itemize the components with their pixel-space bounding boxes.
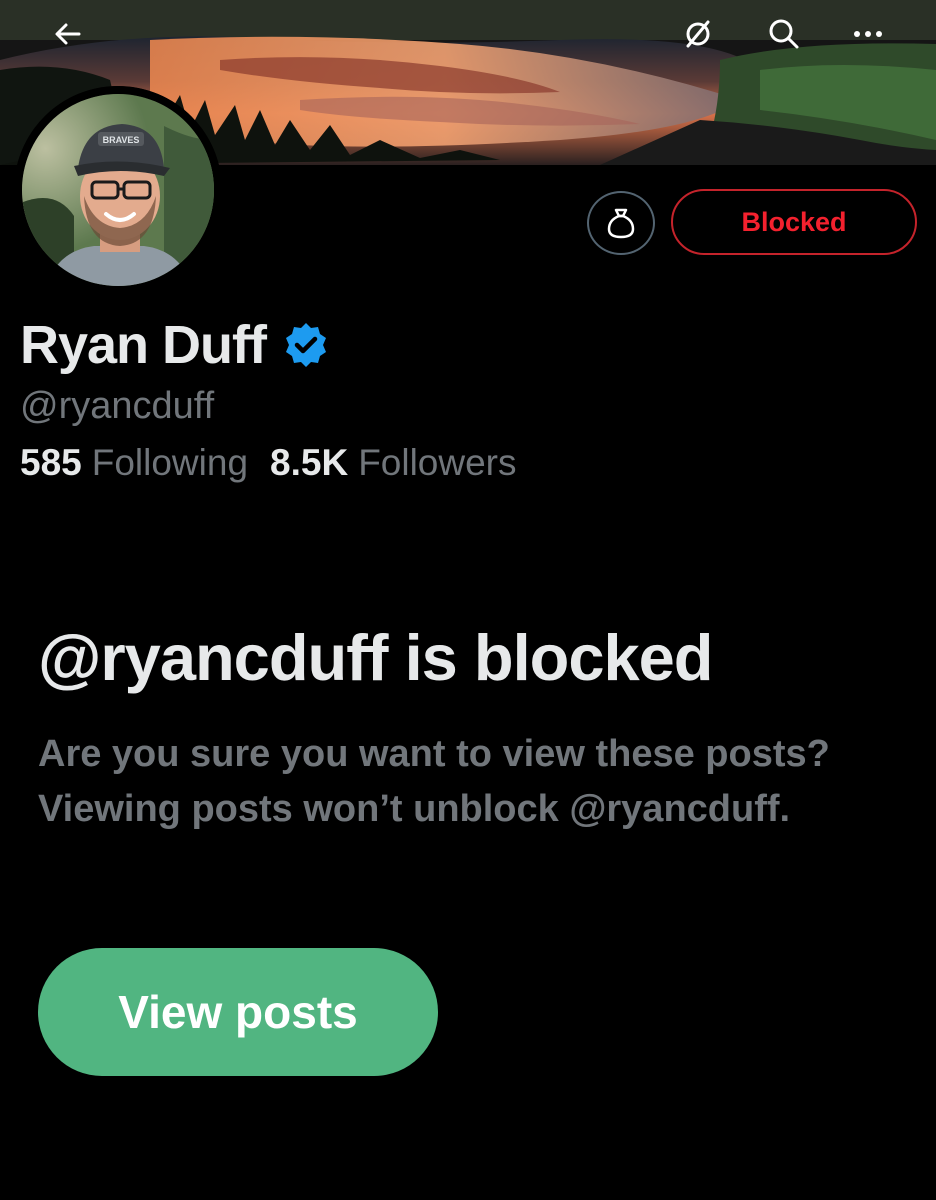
profile-stats: 585 Following 8.5K Followers [20, 442, 539, 484]
blocked-notice-title: @ryancduff is blocked [38, 621, 713, 694]
profile-name-row: Ryan Duff [20, 314, 330, 376]
search-button[interactable] [762, 12, 806, 56]
search-icon [769, 19, 799, 49]
grok-button[interactable] [676, 12, 720, 56]
profile-page: BRAVES Blocked Ryan Duff @ryancduff 585 … [0, 0, 936, 1200]
back-button[interactable] [46, 12, 90, 56]
grok-icon [686, 20, 710, 48]
followers-count: 8.5K [270, 442, 349, 483]
following-count: 585 [20, 442, 82, 483]
followers-stat[interactable]: 8.5K Followers [270, 442, 516, 484]
money-bag-icon [607, 208, 635, 239]
verified-badge-icon[interactable] [282, 321, 330, 369]
arrow-left-icon [55, 23, 81, 45]
avatar[interactable]: BRAVES [14, 86, 222, 294]
followers-label: Followers [358, 442, 517, 483]
more-options-button[interactable] [846, 12, 890, 56]
view-posts-button[interactable]: View posts [38, 948, 438, 1076]
display-name: Ryan Duff [20, 315, 267, 375]
profile-handle: @ryancduff [20, 385, 215, 427]
avatar-cap-logo: BRAVES [103, 135, 140, 145]
following-stat[interactable]: 585 Following [20, 442, 248, 484]
following-label: Following [91, 442, 249, 483]
avatar-photo: BRAVES [14, 86, 222, 294]
more-horizontal-icon [854, 31, 882, 37]
blocked-button[interactable]: Blocked [671, 189, 917, 255]
blocked-notice-description: Are you sure you want to view these post… [38, 733, 830, 830]
grok-bag-button[interactable] [587, 191, 655, 255]
